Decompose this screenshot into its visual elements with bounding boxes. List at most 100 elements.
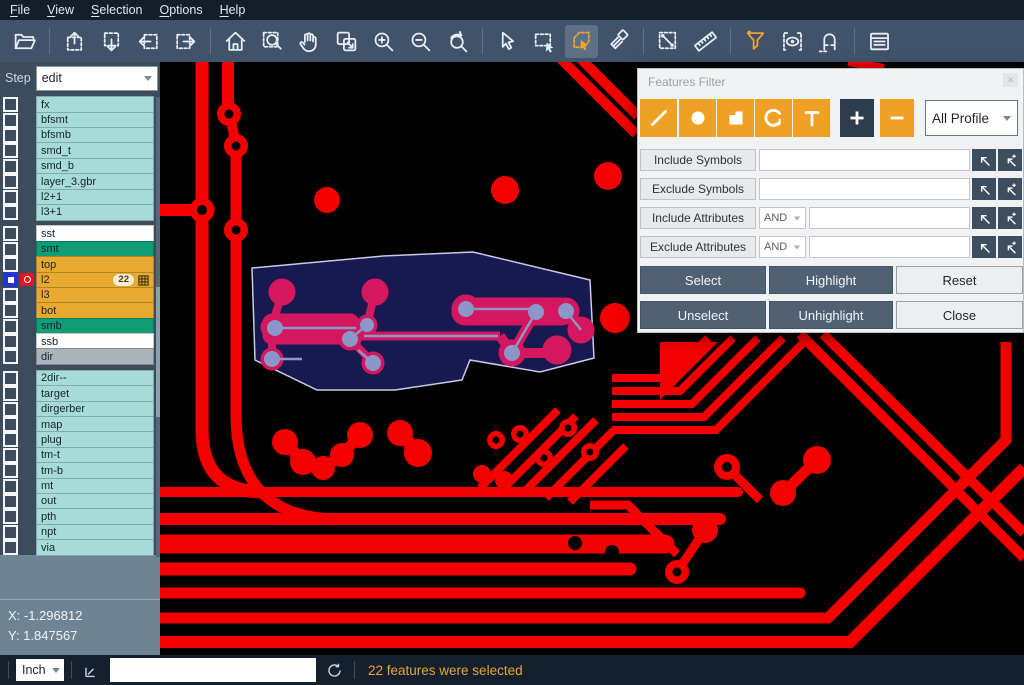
layer-row-l3+1[interactable]: l3+1: [0, 205, 160, 220]
menu-help[interactable]: Help: [220, 3, 246, 17]
layer-checkbox[interactable]: [3, 386, 18, 401]
layer-row-smd_b[interactable]: smd_b: [0, 159, 160, 174]
view-options-icon[interactable]: [776, 25, 809, 58]
layer-chip[interactable]: l3+1: [36, 204, 154, 221]
layer-row-via[interactable]: via: [0, 540, 160, 555]
features-filter-icon[interactable]: [739, 25, 772, 58]
pick-from-canvas-icon[interactable]: [972, 207, 996, 229]
layer-row-2dir--[interactable]: 2dir--: [0, 371, 160, 386]
line-feature-icon[interactable]: [640, 99, 677, 137]
surface-feature-icon[interactable]: [717, 99, 754, 137]
layer-checkbox[interactable]: [3, 371, 18, 386]
layer-checkbox[interactable]: [3, 448, 18, 463]
measure-corner-icon[interactable]: [82, 661, 101, 680]
reset-button[interactable]: Reset: [896, 266, 1023, 294]
layer-checkbox[interactable]: [3, 113, 18, 128]
pick-from-canvas-icon[interactable]: [972, 178, 996, 200]
layer-row-npt[interactable]: npt: [0, 525, 160, 540]
zoom-window-icon[interactable]: [256, 25, 289, 58]
operator-select[interactable]: AND: [759, 207, 806, 229]
zoom-out-icon[interactable]: [404, 25, 437, 58]
highlight-button[interactable]: Highlight: [769, 266, 893, 294]
layer-checkbox[interactable]: [3, 540, 18, 555]
layer-row-bfsmb[interactable]: bfsmb: [0, 128, 160, 143]
measure-ruler-icon[interactable]: [689, 25, 722, 58]
layer-checkbox[interactable]: [3, 349, 18, 364]
pick-add-from-canvas-icon[interactable]: [998, 149, 1022, 171]
layer-row-tm-t[interactable]: tm-t: [0, 448, 160, 463]
pad-feature-icon[interactable]: [679, 99, 716, 137]
menu-selection[interactable]: Selection: [91, 3, 142, 17]
menu-file[interactable]: File: [10, 3, 30, 17]
layer-list-scrollbar[interactable]: [156, 97, 160, 557]
units-select[interactable]: Inch: [16, 659, 64, 681]
layer-checkbox[interactable]: [3, 226, 18, 241]
layer-checkbox[interactable]: [3, 174, 18, 189]
clear-highlight-icon[interactable]: [602, 25, 635, 58]
layer-checkbox[interactable]: [3, 334, 18, 349]
filter-row-label-button[interactable]: Include Attributes: [640, 207, 756, 229]
layer-chip[interactable]: dir: [36, 348, 154, 365]
open-file-icon[interactable]: [8, 25, 41, 58]
home-view-icon[interactable]: [219, 25, 252, 58]
layer-row-l2[interactable]: l222: [0, 272, 160, 287]
layer-checkbox[interactable]: [3, 242, 18, 257]
pick-from-canvas-icon[interactable]: [972, 236, 996, 258]
layer-row-tm-b[interactable]: tm-b: [0, 463, 160, 478]
filter-value-input[interactable]: [809, 207, 970, 229]
layer-row-mt[interactable]: mt: [0, 478, 160, 493]
pan-right-icon[interactable]: [169, 25, 202, 58]
filter-value-input[interactable]: [759, 149, 970, 171]
pan-down-icon[interactable]: [95, 25, 128, 58]
pick-add-from-canvas-icon[interactable]: [998, 178, 1022, 200]
pick-from-canvas-icon[interactable]: [972, 149, 996, 171]
refresh-icon[interactable]: [325, 661, 344, 680]
layer-checkbox[interactable]: [3, 494, 18, 509]
layer-checkbox[interactable]: [3, 97, 18, 112]
layer-row-layer_3.gbr[interactable]: layer_3.gbr: [0, 174, 160, 189]
layer-checkbox[interactable]: [3, 128, 18, 143]
close-button[interactable]: Close: [896, 301, 1023, 329]
layer-checkbox[interactable]: [3, 432, 18, 447]
layer-row-map[interactable]: map: [0, 417, 160, 432]
zoom-previous-icon[interactable]: [441, 25, 474, 58]
layer-checkbox[interactable]: [3, 159, 18, 174]
layer-checkbox[interactable]: [3, 288, 18, 303]
layer-checkbox[interactable]: [3, 417, 18, 432]
layer-row-top[interactable]: top: [0, 257, 160, 272]
layer-row-target[interactable]: target: [0, 386, 160, 401]
layer-chip[interactable]: via: [36, 539, 154, 556]
layer-row-smd_t[interactable]: smd_t: [0, 143, 160, 158]
pan-hand-icon[interactable]: [293, 25, 326, 58]
layer-checkbox[interactable]: [3, 402, 18, 417]
pick-add-from-canvas-icon[interactable]: [998, 236, 1022, 258]
layer-row-dir[interactable]: dir: [0, 349, 160, 364]
unselect-button[interactable]: Unselect: [640, 301, 766, 329]
pan-left-icon[interactable]: [132, 25, 165, 58]
remove-filter-button[interactable]: [880, 99, 914, 137]
menu-options[interactable]: Options: [159, 3, 202, 17]
layer-row-smt[interactable]: smt: [0, 242, 160, 257]
select-button[interactable]: Select: [640, 266, 766, 294]
layer-checkbox[interactable]: [3, 479, 18, 494]
unhighlight-button[interactable]: Unhighlight: [769, 301, 893, 329]
layer-row-pth[interactable]: pth: [0, 509, 160, 524]
text-feature-icon[interactable]: [793, 99, 830, 137]
measure-points-icon[interactable]: [652, 25, 685, 58]
layer-checkbox[interactable]: [3, 205, 18, 220]
layer-checkbox[interactable]: [3, 463, 18, 478]
layer-row-bot[interactable]: bot: [0, 303, 160, 318]
filter-row-label-button[interactable]: Exclude Symbols: [640, 178, 756, 200]
layer-checkbox[interactable]: [3, 272, 18, 287]
layer-row-l2+1[interactable]: l2+1: [0, 189, 160, 204]
filter-row-label-button[interactable]: Include Symbols: [640, 149, 756, 171]
filter-value-input[interactable]: [759, 178, 970, 200]
report-panel-icon[interactable]: [863, 25, 896, 58]
layer-checkbox[interactable]: [3, 525, 18, 540]
layer-row-dirgerber[interactable]: dirgerber: [0, 401, 160, 416]
operator-select[interactable]: AND: [759, 236, 806, 258]
layer-checkbox[interactable]: [3, 319, 18, 334]
layer-row-fx[interactable]: fx: [0, 97, 160, 112]
layer-checkbox[interactable]: [3, 190, 18, 205]
layer-row-bfsmt[interactable]: bfsmt: [0, 112, 160, 127]
